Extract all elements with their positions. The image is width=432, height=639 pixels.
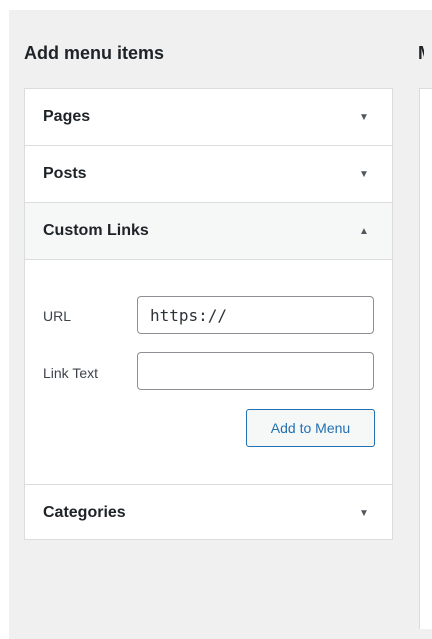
section-pages-header[interactable]: Pages ▼ — [25, 89, 392, 145]
section-posts-title: Posts — [43, 165, 87, 182]
section-custom-links-header[interactable]: Custom Links ▲ — [25, 203, 392, 259]
link-text-label: Link Text — [43, 365, 98, 381]
url-label: URL — [43, 308, 72, 324]
section-pages-title: Pages — [43, 108, 91, 125]
chevron-down-icon: ▼ — [359, 168, 369, 180]
section-categories-header[interactable]: Categories ▼ — [25, 485, 392, 541]
chevron-down-icon: ▼ — [359, 111, 369, 123]
chevron-down-icon: ▼ — [359, 507, 369, 519]
add-menu-items-heading: Add menu items — [24, 43, 165, 63]
custom-links-body: URL Link Text Add to Menu — [25, 260, 392, 484]
url-input[interactable] — [137, 296, 374, 334]
menu-structure-heading: M — [418, 43, 424, 64]
add-to-menu-button[interactable]: Add to Menu — [246, 409, 375, 447]
chevron-up-icon: ▲ — [359, 225, 369, 237]
section-categories-title: Categories — [43, 504, 126, 521]
section-posts-header[interactable]: Posts ▼ — [25, 146, 392, 202]
section-custom-links-title: Custom Links — [43, 222, 149, 239]
add-menu-items-accordion: Pages ▼ Posts ▼ Custom Links ▲ URL Link … — [24, 88, 393, 540]
menu-structure-panel — [419, 88, 432, 629]
link-text-input[interactable] — [137, 352, 374, 390]
